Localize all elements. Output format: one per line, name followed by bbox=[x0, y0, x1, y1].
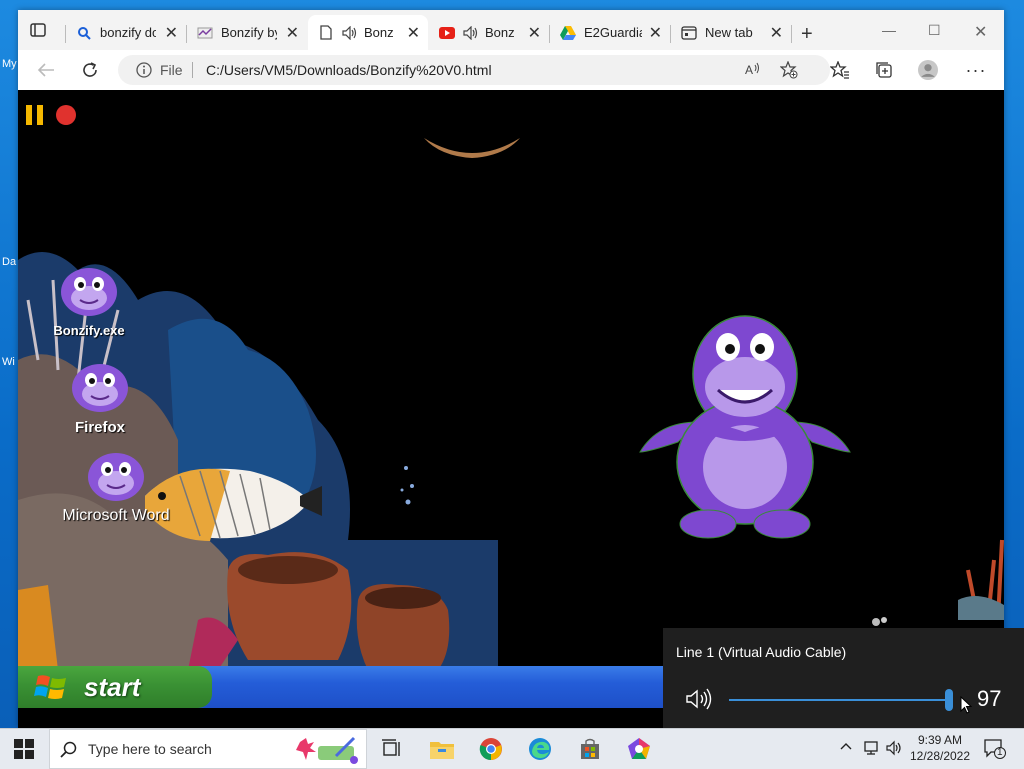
taskbar-search-box[interactable]: Type here to search bbox=[49, 729, 367, 769]
mouse-cursor-icon bbox=[960, 696, 972, 714]
more-options-icon[interactable]: ··· bbox=[966, 60, 986, 80]
taskbar-clock[interactable]: 9:39 AM 12/28/2022 bbox=[905, 732, 975, 764]
tab-bonzify-search[interactable]: bonzify do ✕ bbox=[66, 15, 186, 50]
tab-actions-menu-icon[interactable] bbox=[28, 20, 54, 42]
tab-title: E2Guardian bbox=[584, 25, 642, 40]
tab-bar: bonzify do ✕ Bonzify by ✕ Bonzify ✕ Bonz… bbox=[18, 10, 1004, 50]
youtube-icon bbox=[439, 25, 455, 41]
tab-title: bonzify do bbox=[100, 25, 156, 40]
task-view-icon[interactable] bbox=[379, 736, 405, 762]
tab-bonzify-active[interactable]: Bonzify ✕ bbox=[308, 15, 428, 50]
favorites-icon[interactable] bbox=[830, 60, 850, 80]
tab-title: Bonzify by bbox=[221, 25, 277, 40]
windows-start-icon[interactable] bbox=[14, 739, 34, 759]
windows-xp-logo-icon bbox=[34, 675, 66, 699]
collections-icon[interactable] bbox=[874, 60, 894, 80]
volume-slider-thumb[interactable] bbox=[945, 689, 953, 711]
speaker-icon[interactable] bbox=[685, 688, 713, 710]
desktop-icon-label: Bonzify.exe bbox=[53, 323, 125, 338]
network-icon[interactable] bbox=[863, 740, 881, 758]
minimize-button[interactable]: — bbox=[882, 22, 896, 38]
volume-slider-track[interactable] bbox=[729, 699, 951, 701]
tab-title: Bonzify bbox=[485, 25, 515, 40]
profile-avatar[interactable] bbox=[918, 60, 938, 80]
read-aloud-icon[interactable]: A bbox=[744, 61, 762, 79]
tab-e2guardian[interactable]: E2Guardian ✕ bbox=[550, 15, 670, 50]
search-highlight-icon bbox=[296, 736, 358, 764]
pentagon-app-icon[interactable] bbox=[626, 736, 652, 762]
address-bar[interactable]: File C:/Users/VM5/Downloads/Bonzify%20V0… bbox=[118, 55, 830, 85]
desktop-edge-label: Da bbox=[2, 256, 17, 268]
bonzi-icon bbox=[61, 268, 117, 316]
address-toolbar: File C:/Users/VM5/Downloads/Bonzify%20V0… bbox=[18, 50, 1004, 91]
desktop-icon-microsoft-word[interactable]: Microsoft Word bbox=[52, 444, 180, 525]
speaker-icon[interactable] bbox=[342, 25, 358, 41]
google-drive-icon bbox=[560, 25, 576, 41]
url-scheme-label: File bbox=[160, 62, 183, 78]
tab-title: New tab bbox=[705, 25, 753, 40]
file-explorer-icon[interactable] bbox=[429, 736, 455, 762]
desktop-edge-label: My bbox=[2, 58, 17, 70]
desktop-icon-bonzify[interactable]: Bonzify.exe bbox=[48, 258, 130, 338]
url-separator bbox=[192, 62, 193, 78]
close-icon[interactable]: ✕ bbox=[528, 23, 541, 43]
xp-start-button[interactable]: start bbox=[18, 666, 212, 708]
desktop-icon-label: Firefox bbox=[74, 419, 125, 436]
tab-bonzify-by[interactable]: Bonzify by ✕ bbox=[187, 15, 307, 50]
record-stop-icon[interactable] bbox=[56, 105, 76, 125]
refresh-button[interactable] bbox=[78, 58, 102, 82]
info-icon[interactable] bbox=[136, 62, 152, 78]
new-tab-icon bbox=[681, 25, 697, 41]
svg-text:A: A bbox=[745, 63, 753, 77]
desktop-edge-label: Wi bbox=[2, 356, 15, 368]
search-placeholder: Type here to search bbox=[88, 741, 212, 757]
chrome-icon[interactable] bbox=[478, 736, 504, 762]
close-icon[interactable]: ✕ bbox=[649, 23, 662, 43]
speaker-icon[interactable] bbox=[463, 25, 479, 41]
tab-bonzify-youtube[interactable]: Bonzify ✕ bbox=[429, 15, 549, 50]
close-window-button[interactable]: ✕ bbox=[974, 22, 987, 42]
windows-taskbar: Type here to search 9:39 AM 12/28/2022 1 bbox=[0, 728, 1024, 769]
bonzi-icon bbox=[72, 364, 128, 412]
page-thumbnail-icon bbox=[197, 25, 213, 41]
search-icon bbox=[76, 25, 92, 41]
volume-level: 97 bbox=[977, 686, 1002, 711]
show-hidden-icons-icon[interactable] bbox=[840, 740, 852, 758]
bonzi-buddy-character[interactable] bbox=[638, 302, 852, 542]
close-icon[interactable]: ✕ bbox=[165, 23, 178, 43]
xp-start-label: start bbox=[84, 671, 141, 702]
volume-tray-icon[interactable] bbox=[886, 740, 904, 758]
clock-date: 12/28/2022 bbox=[909, 749, 971, 763]
audio-device-name: Line 1 (Virtual Audio Cable) bbox=[676, 644, 847, 660]
sponge-image bbox=[424, 138, 520, 158]
sea-plant-image bbox=[872, 617, 887, 626]
new-tab-button[interactable]: + bbox=[801, 24, 813, 44]
desktop-edge: My Da Wi bbox=[0, 40, 18, 728]
microsoft-store-icon[interactable] bbox=[577, 736, 603, 762]
desktop-icon-label: Microsoft Word bbox=[62, 507, 170, 524]
tab-separator bbox=[791, 25, 792, 43]
bubbles-image bbox=[400, 466, 414, 505]
notification-count: 1 bbox=[997, 747, 1003, 758]
desktop-icon-firefox[interactable]: Firefox bbox=[64, 354, 136, 436]
bonzi-icon bbox=[88, 453, 144, 501]
back-button[interactable] bbox=[34, 58, 58, 82]
edge-browser-window: bonzify do ✕ Bonzify by ✕ Bonzify ✕ Bonz… bbox=[18, 10, 1004, 728]
clock-time: 9:39 AM bbox=[917, 733, 963, 747]
edge-icon[interactable] bbox=[527, 736, 553, 762]
maximize-button[interactable]: ☐ bbox=[928, 22, 941, 39]
close-icon[interactable]: ✕ bbox=[407, 23, 420, 43]
add-favorite-icon[interactable] bbox=[779, 60, 798, 79]
close-icon[interactable]: ✕ bbox=[286, 23, 299, 43]
close-icon[interactable]: ✕ bbox=[770, 23, 783, 43]
notification-center-icon[interactable]: 1 bbox=[984, 739, 1006, 759]
file-icon bbox=[318, 25, 334, 41]
url-text[interactable]: C:/Users/VM5/Downloads/Bonzify%20V0.html bbox=[206, 62, 492, 78]
coral-right-image bbox=[958, 539, 1004, 620]
search-icon bbox=[60, 741, 78, 759]
tab-title: Bonzify bbox=[364, 25, 394, 40]
tab-new-tab[interactable]: New tab ✕ bbox=[671, 15, 791, 50]
pause-icon[interactable] bbox=[26, 105, 44, 125]
